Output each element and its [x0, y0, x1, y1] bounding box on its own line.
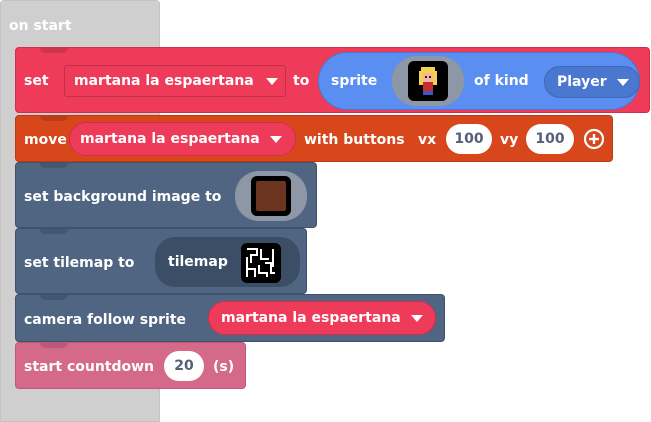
chevron-down-icon — [617, 79, 629, 86]
sprite-of-kind-reporter[interactable]: sprite of kind Player — [318, 52, 640, 110]
of-kind-label: of kind — [474, 73, 529, 89]
seconds-unit-label: (s) — [213, 359, 235, 375]
background-image-picker[interactable] — [235, 171, 307, 221]
camera-follow-sprite-block[interactable]: camera follow sprite martana la espaerta… — [15, 294, 445, 342]
background-image-thumbnail-icon — [251, 176, 291, 216]
sprite-label-text: sprite — [331, 73, 378, 89]
on-start-label: on start — [9, 18, 72, 34]
sprite-thumbnail-icon — [408, 61, 448, 101]
to-label: to — [293, 73, 310, 89]
set-label: set — [24, 73, 49, 89]
tilemap-reporter[interactable]: tilemap — [155, 237, 300, 287]
move-with-buttons-block[interactable]: move martana la espaertana with buttons … — [15, 115, 613, 162]
chevron-down-icon — [266, 78, 278, 85]
set-background-image-block[interactable]: set background image to — [15, 162, 317, 228]
with-buttons-label: with buttons — [304, 132, 405, 148]
start-countdown-label: start countdown — [24, 359, 155, 375]
block-notch — [40, 48, 68, 53]
tilemap-reporter-label: tilemap — [168, 254, 228, 270]
set-tilemap-label: set tilemap to — [24, 255, 135, 271]
variable-dropdown[interactable]: martana la espaertana — [208, 301, 436, 335]
block-notch — [40, 116, 68, 121]
set-sprite-block[interactable]: set martana la espaertana to sprite of k… — [15, 47, 650, 113]
set-tilemap-block[interactable]: set tilemap to tilemap — [15, 228, 307, 294]
variable-dropdown-value: martana la espaertana — [221, 310, 401, 326]
chevron-down-icon — [270, 136, 282, 143]
block-notch — [40, 343, 68, 348]
variable-dropdown[interactable]: martana la espaertana — [64, 65, 286, 97]
sprite-character-icon — [419, 67, 437, 95]
countdown-seconds-input[interactable]: 20 — [164, 351, 204, 381]
vx-input[interactable]: 100 — [446, 124, 492, 154]
kind-dropdown-value: Player — [557, 74, 607, 90]
vx-label: vx — [418, 132, 437, 148]
kind-dropdown[interactable]: Player — [544, 66, 640, 98]
sprite-image-picker[interactable] — [392, 56, 464, 106]
block-notch — [40, 295, 68, 300]
camera-follow-sprite-label: camera follow sprite — [24, 312, 187, 328]
vy-input[interactable]: 100 — [526, 124, 574, 154]
vy-label: vy — [500, 132, 519, 148]
plus-circle-icon[interactable] — [583, 128, 605, 150]
block-notch — [40, 163, 68, 168]
tilemap-thumbnail-icon — [241, 243, 281, 283]
variable-dropdown[interactable]: martana la espaertana — [69, 122, 296, 156]
variable-dropdown-value: martana la espaertana — [74, 73, 254, 89]
block-notch — [40, 229, 68, 234]
chevron-down-icon — [411, 315, 423, 322]
start-countdown-block[interactable]: start countdown 20 (s) — [15, 342, 246, 389]
tilemap-maze-icon — [246, 248, 275, 277]
set-background-image-label: set background image to — [24, 189, 222, 205]
variable-dropdown-value: martana la espaertana — [80, 131, 260, 147]
move-label: move — [24, 132, 67, 148]
